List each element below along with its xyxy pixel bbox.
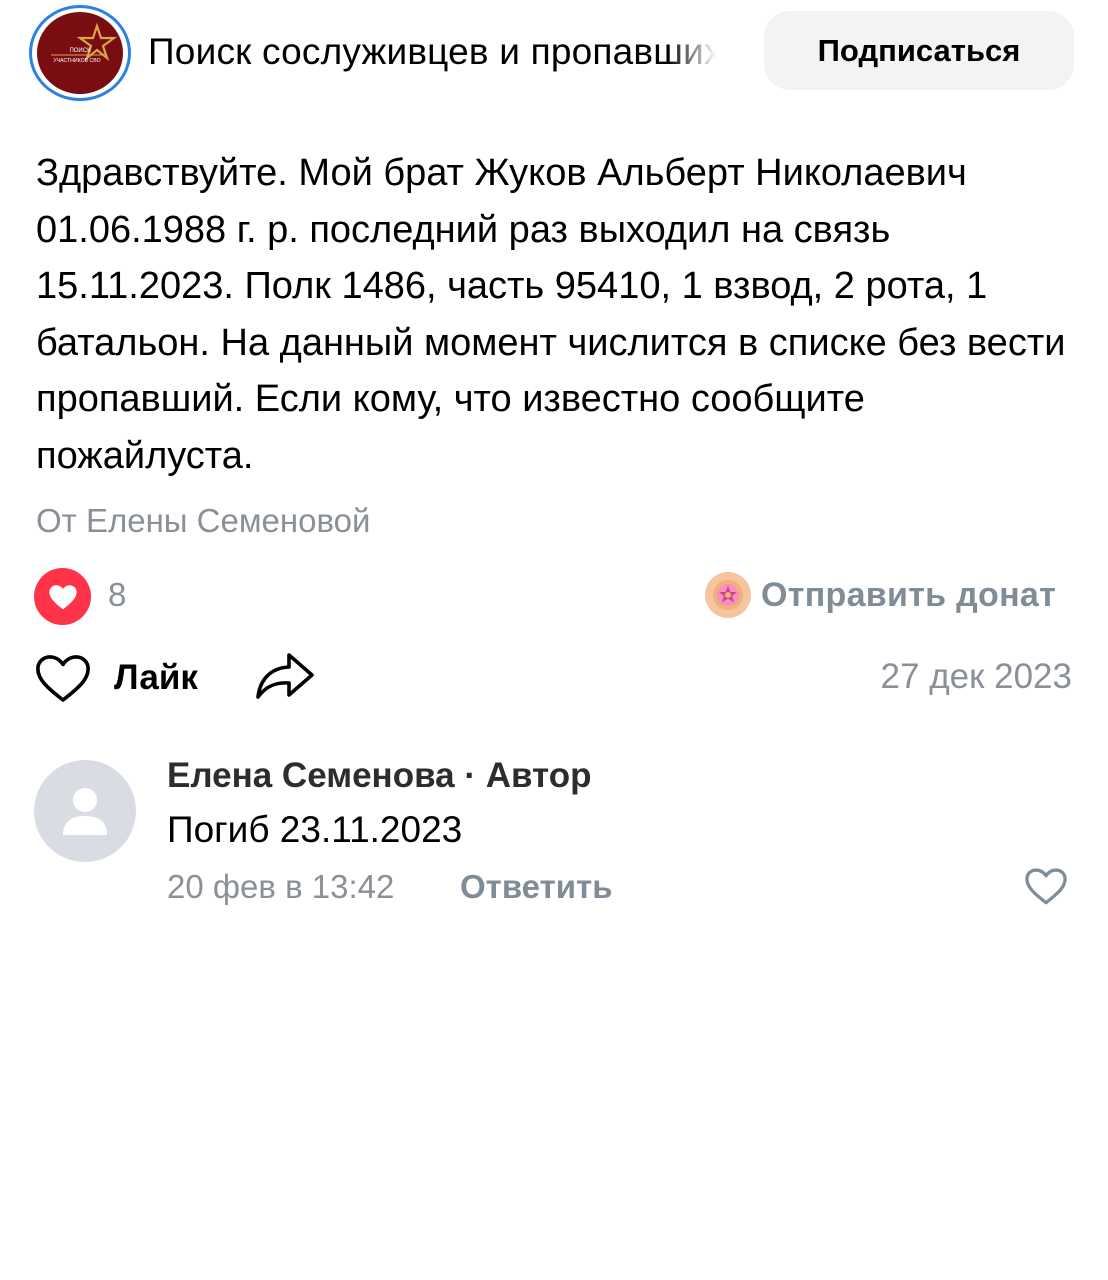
- group-logo: ПОИСК УЧАСТНИКОВ СВО: [37, 12, 123, 94]
- heart-outline-icon: [36, 655, 90, 702]
- post-text: Здравствуйте. Мой брат Жуков Альберт Ник…: [36, 152, 1066, 477]
- comment-avatar[interactable]: [34, 760, 136, 862]
- share-button[interactable]: [254, 650, 316, 702]
- donate-label: Отправить донат: [761, 576, 1057, 614]
- post-signature[interactable]: От Елены Семеновой: [36, 500, 370, 542]
- donut-icon: [705, 572, 751, 618]
- heart-icon: [48, 584, 77, 609]
- heart-outline-icon: [1025, 868, 1067, 905]
- comment-author-line: Елена Семенова · Автор: [167, 752, 592, 800]
- comment-time: 20 фев в 13:42: [167, 868, 395, 905]
- group-avatar[interactable]: ПОИСК УЧАСТНИКОВ СВО: [29, 5, 131, 101]
- comment-author-role: Автор: [485, 756, 592, 795]
- donate-button[interactable]: Отправить донат: [705, 570, 1056, 620]
- star-logo-icon: ПОИСК УЧАСТНИКОВ СВО: [51, 22, 118, 64]
- post-header: ПОИСК УЧАСТНИКОВ СВО Поиск сослуживцев и…: [0, 0, 1108, 110]
- group-title[interactable]: Поиск сослуживцев и пропавших: [148, 31, 723, 72]
- share-icon: [256, 653, 314, 699]
- title-fade: [668, 28, 728, 76]
- author-separator: ·: [464, 756, 476, 795]
- like-button[interactable]: Лайк: [34, 648, 198, 708]
- logo-text-line2: УЧАСТНИКОВ СВО: [53, 58, 100, 64]
- like-label: Лайк: [114, 658, 198, 697]
- comment-text: Погиб 23.11.2023: [167, 809, 463, 850]
- post-date: 27 дек 2023: [880, 657, 1072, 696]
- group-title-container[interactable]: Поиск сослуживцев и пропавших: [148, 28, 728, 76]
- reaction-badge[interactable]: [34, 568, 91, 625]
- reply-button[interactable]: Ответить: [460, 864, 613, 910]
- comment-like-button[interactable]: [1024, 866, 1068, 906]
- reaction-count[interactable]: 8: [108, 574, 126, 616]
- logo-text-line1: ПОИСК: [69, 48, 91, 54]
- subscribe-button[interactable]: Подписаться: [764, 11, 1074, 90]
- comment-author-name[interactable]: Елена Семенова: [167, 756, 455, 795]
- user-placeholder-icon: [63, 788, 107, 835]
